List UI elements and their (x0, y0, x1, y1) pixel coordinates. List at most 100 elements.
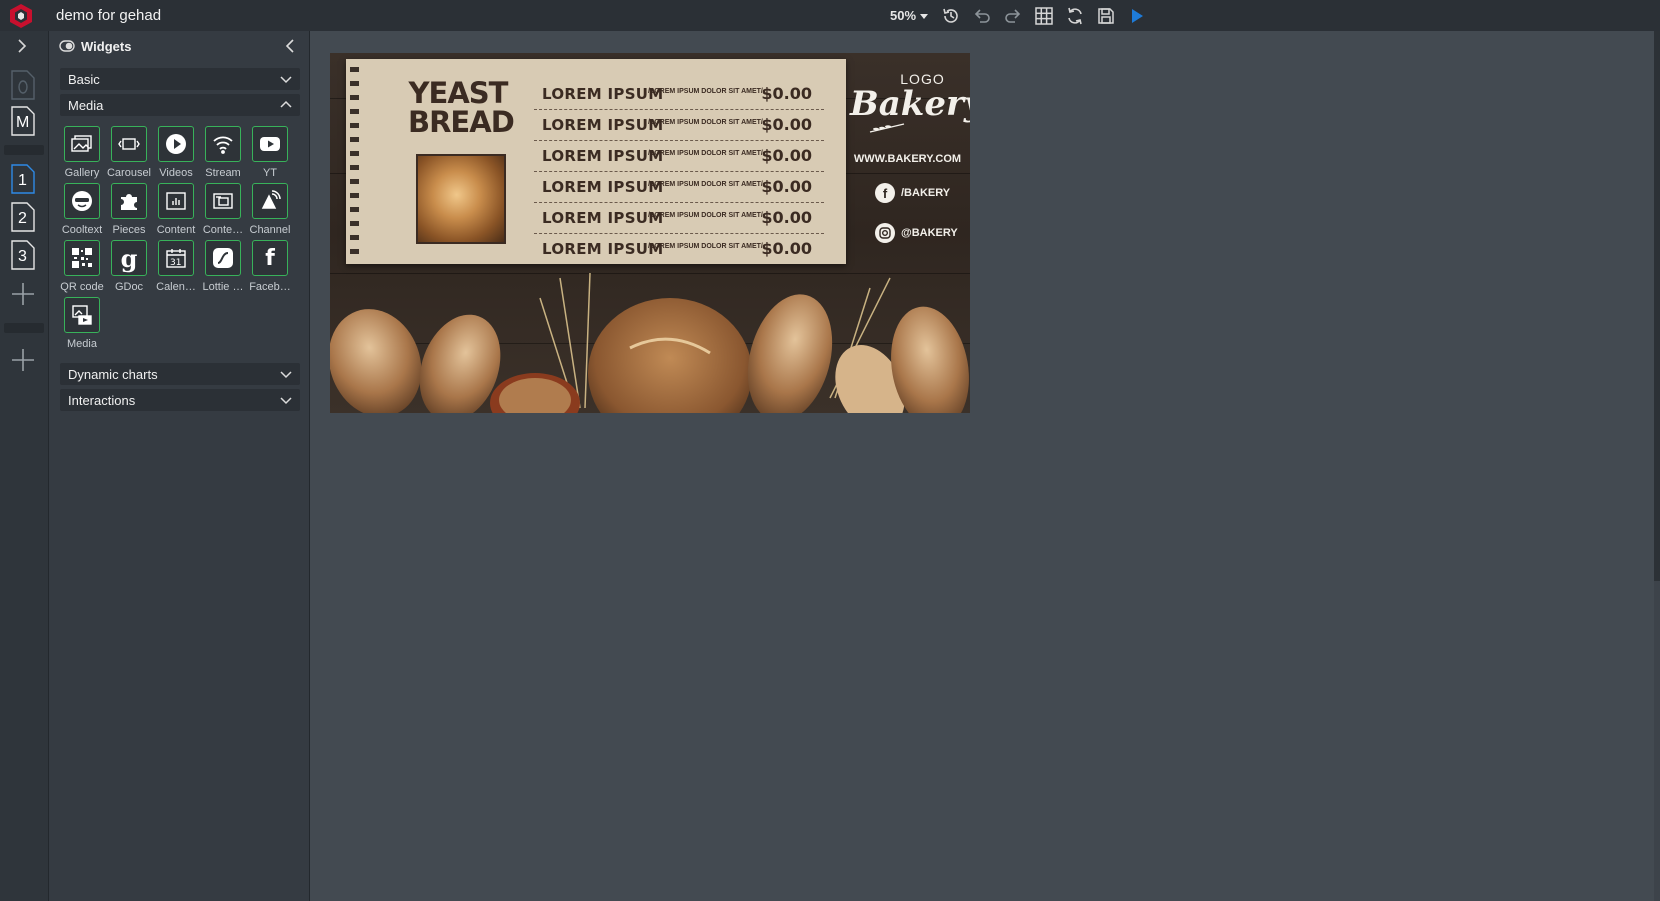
widget-gdoc[interactable]: g GDoc (105, 240, 153, 296)
item-price: $0.00 (761, 177, 812, 196)
youtube-icon (260, 137, 280, 151)
item-name: LOREM IPSUM (542, 116, 664, 134)
rail-divider (4, 323, 44, 333)
master-page-item[interactable]: M (10, 105, 36, 137)
page-item-1[interactable]: 1 (10, 163, 36, 195)
chevron-left-icon[interactable] (283, 39, 297, 53)
widget-label: Lottie … (202, 281, 244, 293)
widget-gallery[interactable]: Gallery (58, 126, 106, 182)
content-icon (166, 192, 186, 210)
item-desc: /LOREM IPSUM DOLOR SIT AMET/ (648, 119, 763, 126)
bakery-logo: LOGO Bakery (850, 71, 970, 139)
chevron-right-icon[interactable] (14, 38, 30, 54)
section-interactions[interactable]: Interactions (60, 389, 300, 411)
item-name: LOREM IPSUM (542, 209, 664, 227)
widget-label: Videos (159, 167, 193, 179)
save-icon (1098, 7, 1114, 24)
page-thumb-blank-icon[interactable] (10, 69, 36, 101)
item-desc: /LOREM IPSUM DOLOR SIT AMET/ (648, 243, 763, 250)
section-dynamic-charts[interactable]: Dynamic charts (60, 363, 300, 385)
menu-paper: YEAST BREAD LOREM IPSUM /LOREM IPSUM DOL… (346, 59, 846, 264)
menu-list: LOREM IPSUM /LOREM IPSUM DOLOR SIT AMET/… (534, 79, 824, 264)
undo-button[interactable] (970, 4, 994, 28)
widget-label: Stream (205, 167, 241, 179)
widget-youtube[interactable]: YT (246, 126, 294, 182)
add-layer-icon[interactable] (10, 347, 36, 373)
item-desc: /LOREM IPSUM DOLOR SIT AMET/ (648, 212, 763, 219)
app-logo-icon[interactable] (8, 3, 34, 29)
widget-calendar[interactable]: 31 Calen… (152, 240, 200, 296)
page-item-3[interactable]: 3 (10, 239, 36, 271)
preview-play-button[interactable] (1125, 4, 1149, 28)
item-name: LOREM IPSUM (542, 85, 664, 103)
item-name: LOREM IPSUM (542, 178, 664, 196)
page-rail: M 1 2 3 (0, 31, 49, 901)
widget-carousel[interactable]: Carousel (105, 126, 153, 182)
save-button[interactable] (1094, 4, 1118, 28)
widget-label: YT (262, 167, 278, 179)
google-icon: g (120, 243, 138, 273)
item-price: $0.00 (761, 239, 812, 258)
chevron-up-icon (280, 100, 292, 108)
title-line: BREAD (408, 105, 515, 139)
master-page-label: M (16, 114, 30, 131)
menu-item: LOREM IPSUM /LOREM IPSUM DOLOR SIT AMET/… (534, 203, 824, 234)
carousel-icon (118, 138, 140, 150)
refresh-button[interactable] (1063, 4, 1087, 28)
section-basic[interactable]: Basic (60, 68, 300, 90)
widget-qr-code[interactable]: QR code (58, 240, 106, 296)
section-media[interactable]: Media (60, 94, 300, 116)
bakery-banner-slide[interactable]: YEAST BREAD LOREM IPSUM /LOREM IPSUM DOL… (330, 53, 970, 413)
widget-label: Gallery (64, 167, 100, 179)
redo-button[interactable] (1001, 4, 1025, 28)
website-text: WWW.BAKERY.COM (853, 153, 962, 165)
item-price: $0.00 (761, 146, 812, 165)
toggle-icon[interactable] (59, 40, 75, 52)
widget-facebook[interactable]: f Faceb… (246, 240, 294, 296)
qr-code-icon (72, 248, 92, 268)
media-icon (72, 305, 92, 325)
item-price: $0.00 (761, 208, 812, 227)
caret-down-icon (920, 13, 929, 19)
widget-videos[interactable]: Videos (152, 126, 200, 182)
page-number: 1 (18, 172, 27, 189)
widget-label: Cooltext (61, 224, 103, 236)
grid-icon (1035, 6, 1053, 25)
history-button[interactable] (939, 4, 963, 28)
widget-channel[interactable]: Channel (246, 183, 294, 239)
page-item-2[interactable]: 2 (10, 201, 36, 233)
wifi-icon (213, 136, 233, 154)
menu-item: LOREM IPSUM /LOREM IPSUM DOLOR SIT AMET/… (534, 141, 824, 172)
refresh-icon (1068, 7, 1082, 24)
widget-stream[interactable]: Stream (199, 126, 247, 182)
zoom-value: 50% (890, 8, 917, 23)
widget-label: Content (156, 224, 196, 236)
panel-title: Widgets (81, 39, 132, 54)
widget-label: Carousel (106, 167, 152, 179)
widget-label: Faceb… (249, 281, 291, 293)
lottie-icon (213, 248, 233, 268)
chevron-down-icon (280, 76, 292, 84)
grid-button[interactable] (1032, 4, 1056, 28)
vertical-scrollbar[interactable] (1654, 31, 1660, 901)
app-title: demo for gehad (56, 7, 162, 24)
widget-media[interactable]: Media (58, 297, 106, 353)
widget-label: Calen… (156, 281, 196, 293)
item-name: LOREM IPSUM (542, 240, 664, 258)
rail-divider (4, 145, 44, 155)
item-desc: /LOREM IPSUM DOLOR SIT AMET/ (648, 88, 763, 95)
scrollbar-thumb[interactable] (1654, 31, 1660, 581)
zoom-select[interactable]: 50% (890, 8, 929, 23)
widget-label: Channel (249, 224, 291, 236)
widget-content-alt[interactable]: Conte… (199, 183, 247, 239)
menu-title: YEAST BREAD (408, 79, 515, 139)
toolbar: 50% (890, 3, 1156, 28)
brand-name: Bakery (850, 84, 970, 124)
item-price: $0.00 (761, 84, 812, 103)
section-label: Interactions (68, 393, 136, 408)
widget-content[interactable]: Content (152, 183, 200, 239)
add-page-icon[interactable] (10, 281, 36, 307)
widget-cooltext[interactable]: Cooltext (58, 183, 106, 239)
widget-lottie[interactable]: Lottie … (199, 240, 247, 296)
widget-pieces[interactable]: Pieces (105, 183, 153, 239)
